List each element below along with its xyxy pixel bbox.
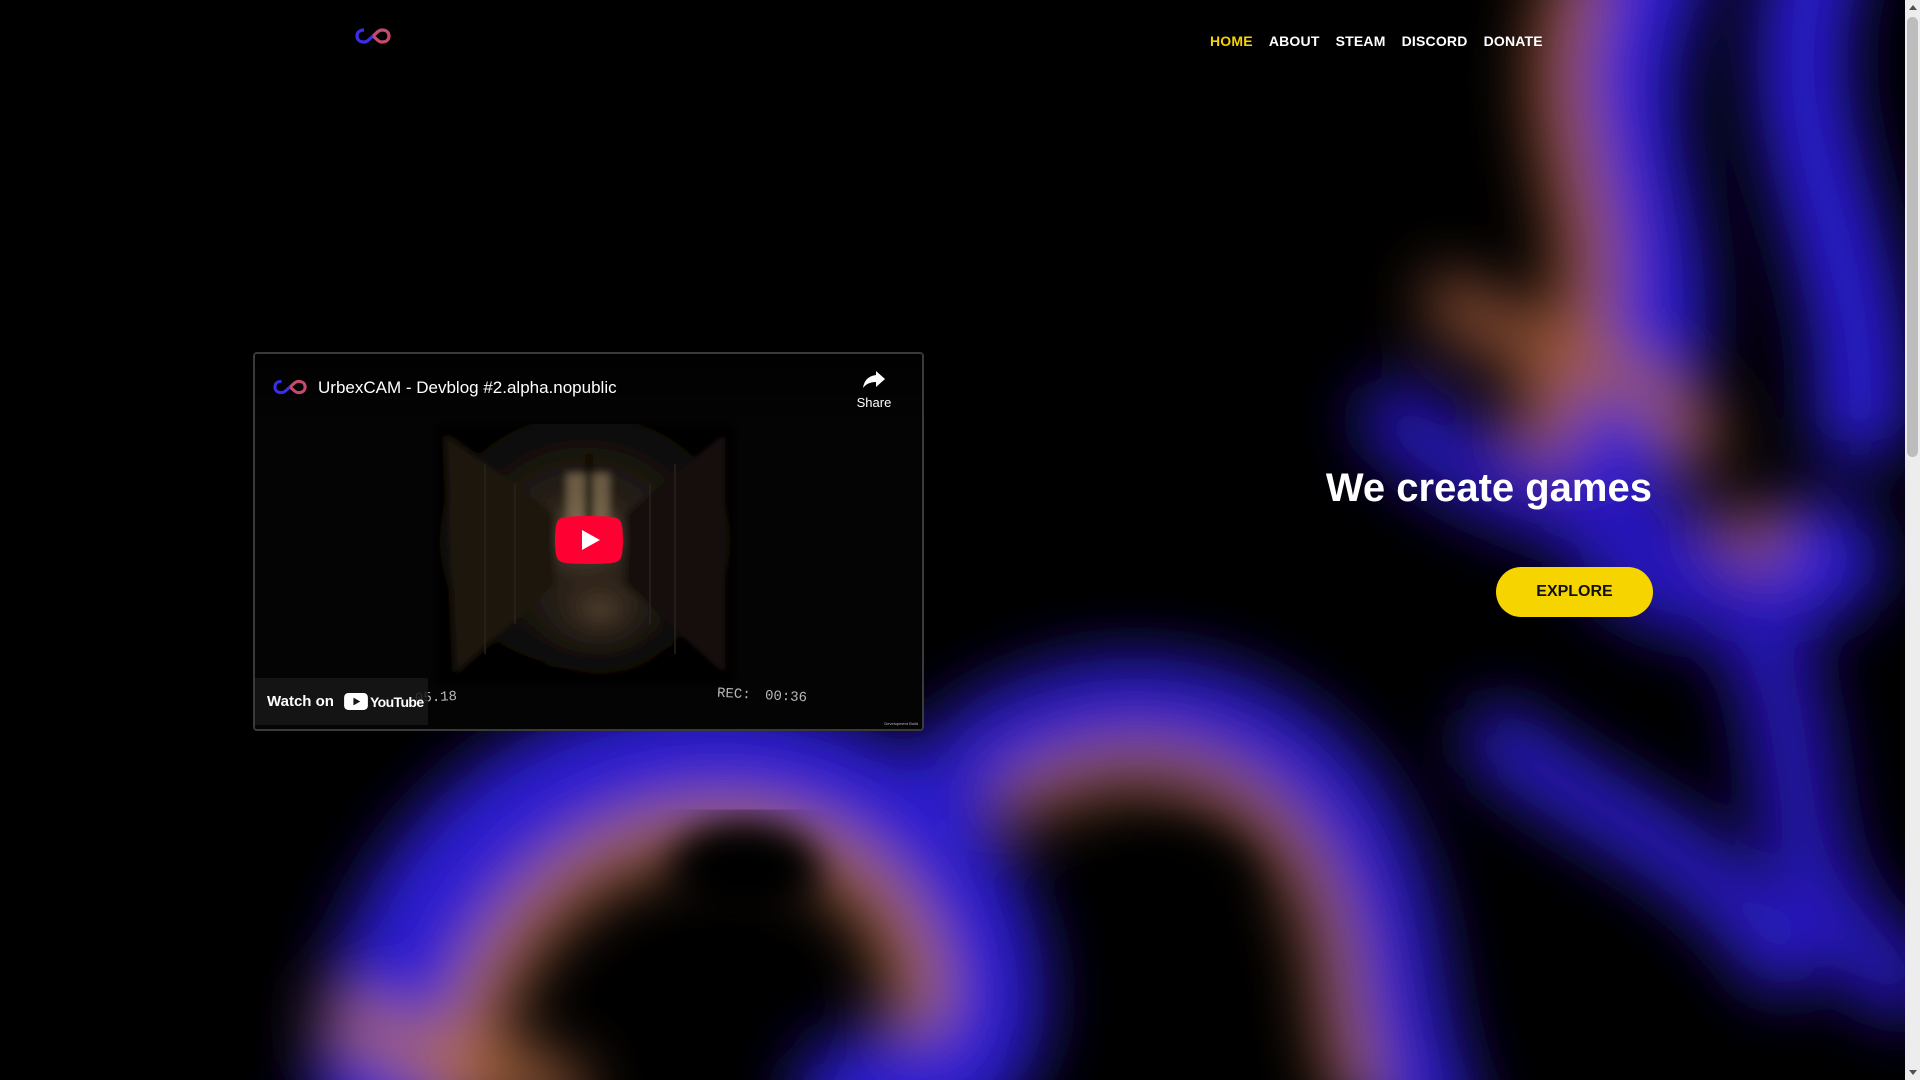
main-nav: HOME ABOUT STEAM DISCORD DONATE xyxy=(1210,33,1543,49)
scroll-down-button[interactable] xyxy=(1905,1065,1920,1080)
nav-donate[interactable]: DONATE xyxy=(1484,33,1543,49)
play-button[interactable] xyxy=(555,516,623,564)
scrollbar-thumb[interactable] xyxy=(1907,17,1918,457)
share-button[interactable]: Share xyxy=(854,368,894,412)
scroll-up-button[interactable] xyxy=(1905,0,1920,15)
nav-home[interactable]: HOME xyxy=(1210,33,1253,49)
channel-avatar[interactable] xyxy=(273,378,307,396)
development-build-label: Development Build xyxy=(884,721,918,726)
watch-on-label: Watch on xyxy=(267,693,334,710)
share-label: Share xyxy=(856,395,892,410)
explore-button[interactable]: EXPLORE xyxy=(1496,567,1653,617)
infinity-icon xyxy=(273,379,307,395)
page-scrollbar[interactable] xyxy=(1905,0,1920,1080)
caret-up-icon xyxy=(1908,5,1917,10)
nav-discord[interactable]: DISCORD xyxy=(1402,33,1468,49)
play-icon xyxy=(555,516,623,564)
youtube-icon xyxy=(344,693,368,710)
video-title[interactable]: UrbexCAM - Devblog #2.alpha.nopublic xyxy=(318,378,617,398)
share-icon xyxy=(863,371,885,388)
hero-title: We create games xyxy=(1325,466,1652,510)
nav-about[interactable]: ABOUT xyxy=(1269,33,1320,49)
brand-logo[interactable] xyxy=(355,27,391,45)
caret-down-icon xyxy=(1908,1070,1917,1075)
video-embed[interactable]: UrbexCAM - Devblog #2.alpha.nopublic Sha… xyxy=(253,352,924,731)
infinity-icon xyxy=(355,28,391,44)
youtube-logo: YouTube xyxy=(344,693,424,710)
watch-on-youtube-button[interactable]: Watch on YouTube xyxy=(255,678,428,725)
nav-steam[interactable]: STEAM xyxy=(1336,33,1386,49)
youtube-wordmark: YouTube xyxy=(369,693,424,710)
